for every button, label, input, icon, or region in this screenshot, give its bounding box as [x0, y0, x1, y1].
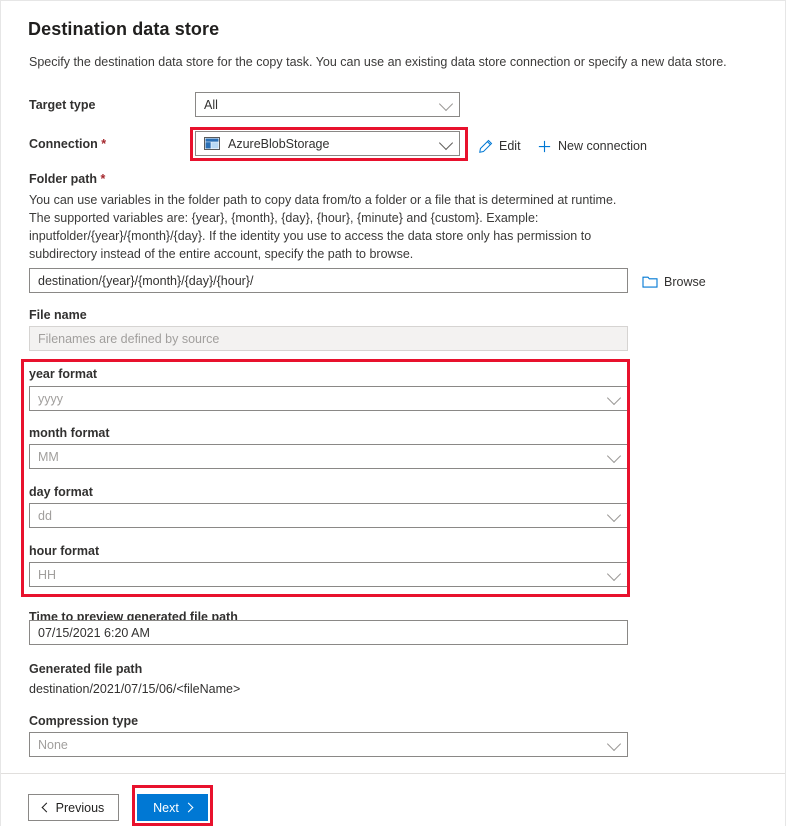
- plus-icon: [537, 139, 552, 154]
- target-type-select[interactable]: All: [195, 92, 460, 117]
- connection-label-text: Connection: [29, 137, 98, 151]
- folder-path-required-mark: *: [101, 172, 106, 186]
- month-format-select[interactable]: MM: [29, 444, 628, 469]
- compression-type-select[interactable]: None: [29, 732, 628, 757]
- file-name-input[interactable]: Filenames are defined by source: [29, 326, 628, 351]
- time-to-preview-value: 07/15/2021 6:20 AM: [38, 626, 150, 640]
- new-connection-label: New connection: [558, 140, 647, 153]
- day-format-label: day format: [29, 485, 93, 499]
- chevron-down-icon: [607, 390, 621, 404]
- chevron-down-icon: [607, 507, 621, 521]
- connection-select[interactable]: AzureBlobStorage: [195, 131, 460, 156]
- edit-connection-label: Edit: [499, 140, 521, 153]
- previous-button-label: Previous: [56, 801, 105, 815]
- destination-data-store-panel: Destination data store Specify the desti…: [0, 0, 786, 826]
- connection-value: AzureBlobStorage: [228, 137, 329, 151]
- compression-type-label: Compression type: [29, 714, 138, 728]
- file-name-placeholder: Filenames are defined by source: [38, 332, 219, 346]
- folder-path-input[interactable]: destination/{year}/{month}/{day}/{hour}/: [29, 268, 628, 293]
- hour-format-select[interactable]: HH: [29, 562, 628, 587]
- day-format-value: dd: [38, 509, 52, 523]
- browse-folder-button[interactable]: Browse: [642, 272, 706, 292]
- year-format-value: yyyy: [38, 392, 63, 406]
- day-format-select[interactable]: dd: [29, 503, 628, 528]
- month-format-label: month format: [29, 426, 110, 440]
- chevron-left-icon: [41, 803, 51, 813]
- folder-path-value: destination/{year}/{month}/{day}/{hour}/: [38, 274, 253, 288]
- chevron-down-icon: [607, 448, 621, 462]
- panel-description: Specify the destination data store for t…: [29, 54, 759, 71]
- year-format-select[interactable]: yyyy: [29, 386, 628, 411]
- chevron-down-icon: [607, 566, 621, 580]
- wizard-footer: Previous Next: [1, 773, 786, 826]
- next-button-label: Next: [153, 801, 179, 815]
- hour-format-label: hour format: [29, 544, 99, 558]
- chevron-down-icon: [439, 135, 453, 149]
- azure-blob-storage-icon: [204, 137, 220, 150]
- time-to-preview-input[interactable]: 07/15/2021 6:20 AM: [29, 620, 628, 645]
- next-button[interactable]: Next: [137, 794, 208, 821]
- browse-folder-label: Browse: [664, 276, 706, 289]
- page-title: Destination data store: [28, 19, 219, 40]
- target-type-value: All: [204, 98, 218, 112]
- month-format-value: MM: [38, 450, 59, 464]
- connection-label: Connection *: [29, 137, 106, 151]
- connection-required-mark: *: [101, 137, 106, 151]
- folder-path-help-text: You can use variables in the folder path…: [29, 191, 629, 263]
- file-name-label: File name: [29, 308, 87, 322]
- generated-file-path-label: Generated file path: [29, 662, 142, 676]
- chevron-down-icon: [607, 736, 621, 750]
- chevron-down-icon: [439, 96, 453, 110]
- target-type-label: Target type: [29, 98, 95, 112]
- chevron-right-icon: [183, 803, 193, 813]
- folder-path-label: Folder path *: [29, 172, 105, 186]
- folder-path-label-text: Folder path: [29, 172, 97, 186]
- previous-button[interactable]: Previous: [28, 794, 119, 821]
- new-connection-button[interactable]: New connection: [537, 136, 647, 156]
- edit-connection-button[interactable]: Edit: [478, 136, 521, 156]
- panel-content: Destination data store Specify the desti…: [1, 1, 786, 773]
- folder-icon: [642, 275, 658, 289]
- pencil-icon: [478, 139, 493, 154]
- compression-type-value: None: [38, 738, 68, 752]
- hour-format-value: HH: [38, 568, 56, 582]
- generated-file-path-value: destination/2021/07/15/06/<fileName>: [29, 682, 240, 696]
- year-format-label: year format: [29, 367, 97, 381]
